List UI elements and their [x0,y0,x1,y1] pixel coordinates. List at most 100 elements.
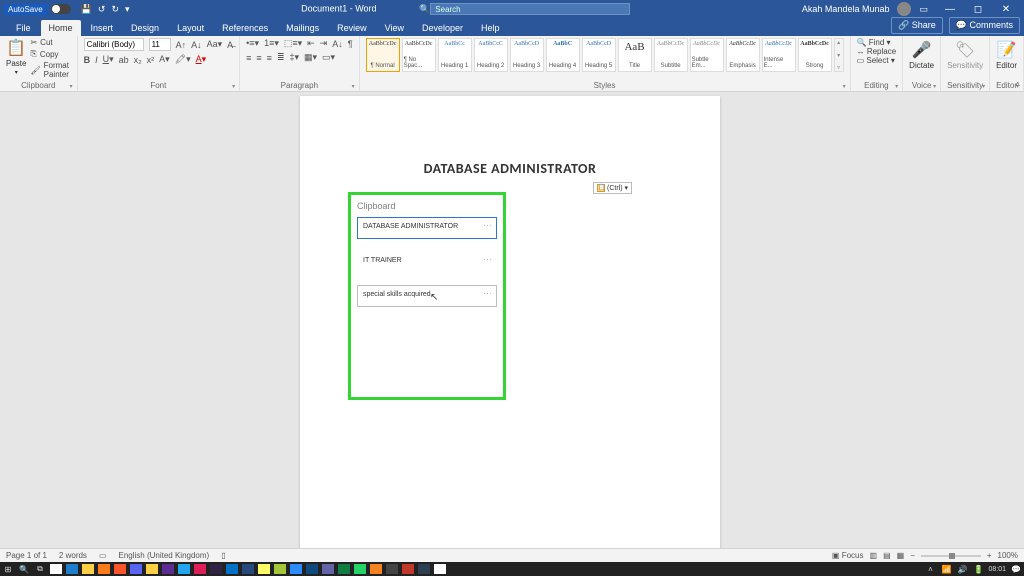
taskbar-app-icon[interactable] [114,564,126,574]
select-button[interactable]: ▭ Select ▾ [857,56,897,65]
taskbar-app-icon[interactable] [306,564,318,574]
zoom-in-icon[interactable]: + [987,551,992,560]
style-emphasis[interactable]: AaBbCcDcEmphasis [726,38,760,72]
taskbar-app-icon[interactable] [258,564,270,574]
bullets-icon[interactable]: •≡▾ [246,38,259,49]
focus-button[interactable]: ▣ Focus [832,551,864,560]
style-heading1[interactable]: AaBbCcHeading 1 [438,38,472,72]
taskbar-app-icon[interactable] [322,564,334,574]
status-proof-icon[interactable]: ▭ [99,551,107,560]
tab-home[interactable]: Home [41,20,81,36]
tab-developer[interactable]: Developer [414,20,471,36]
taskbar-app-icon[interactable] [162,564,174,574]
maximize-button[interactable]: ◻ [964,4,992,15]
editor-icon[interactable]: 📝 [997,40,1017,60]
tab-file[interactable]: File [8,20,39,36]
tray-volume-icon[interactable]: 🔊 [956,564,968,574]
group-label-clipboard[interactable]: Clipboard [6,81,71,91]
ribbon-display-icon[interactable]: ▭ [919,4,928,15]
taskbar-app-icon[interactable] [130,564,142,574]
tab-references[interactable]: References [214,20,276,36]
shrink-font-icon[interactable]: A↓ [191,40,202,50]
task-view-icon[interactable]: ⧉ [34,564,46,574]
web-layout-icon[interactable]: ▦ [897,551,905,560]
taskbar-app-icon[interactable] [434,564,446,574]
save-icon[interactable]: 💾 [81,4,92,15]
multilevel-icon[interactable]: ⬚≡▾ [284,38,302,49]
editor-button[interactable]: Editor [996,61,1017,70]
start-button[interactable]: ⊞ [2,564,14,574]
taskbar-app-icon[interactable] [82,564,94,574]
tab-layout[interactable]: Layout [169,20,212,36]
style-subtle-emphasis[interactable]: AaBbCcDcSubtle Em... [690,38,724,72]
clipboard-item-menu-icon[interactable]: ⋯ [483,220,493,231]
clipboard-item-menu-icon[interactable]: ⋯ [483,288,493,299]
redo-icon[interactable]: ↻ [111,4,119,15]
tray-battery-icon[interactable]: 🔋 [972,564,984,574]
indent-dec-icon[interactable]: ⇤ [307,38,315,49]
taskbar-app-icon[interactable] [290,564,302,574]
shading-icon[interactable]: ▦▾ [304,52,317,63]
subscript-icon[interactable]: x₂ [134,55,142,65]
tab-review[interactable]: Review [329,20,375,36]
style-normal[interactable]: AaBbCcDc¶ Normal [366,38,400,72]
close-button[interactable]: ✕ [992,4,1020,15]
document-page[interactable]: DATABASE ADMINISTRATOR 📋 (Ctrl) ▾ Clipbo… [300,96,720,562]
change-case-icon[interactable]: Aa▾ [207,39,223,50]
taskbar-app-icon[interactable] [370,564,382,574]
style-heading2[interactable]: AaBbCcCHeading 2 [474,38,508,72]
tray-notifications-icon[interactable]: 💬 [1010,564,1022,574]
style-no-spacing[interactable]: AaBbCcDc¶ No Spac... [402,38,436,72]
dictate-button[interactable]: Dictate [909,61,934,70]
style-heading4[interactable]: AaBbCHeading 4 [546,38,580,72]
status-language[interactable]: English (United Kingdom) [119,551,210,560]
taskbar-app-icon[interactable] [354,564,366,574]
format-painter-button[interactable]: 🖌 Format Painter [30,61,70,79]
undo-icon[interactable]: ↺ [98,4,106,15]
underline-icon[interactable]: U▾ [103,54,114,65]
search-input[interactable] [430,3,630,15]
tray-chevron-icon[interactable]: ˄ [924,564,936,574]
comments-button[interactable]: 💬 Comments [949,17,1020,34]
highlight-icon[interactable]: 🖍▾ [175,54,191,65]
style-strong[interactable]: AaBbCcDcStrong [798,38,832,72]
taskbar-app-icon[interactable] [386,564,398,574]
align-left-icon[interactable]: ≡ [246,53,251,63]
numbering-icon[interactable]: 1≡▾ [264,38,279,49]
tray-wifi-icon[interactable]: 📶 [940,564,952,574]
taskbar-app-icon[interactable] [146,564,158,574]
show-marks-icon[interactable]: ¶ [348,39,353,49]
taskbar-app-icon[interactable] [66,564,78,574]
replace-button[interactable]: ↔ Replace [857,47,897,56]
zoom-value[interactable]: 100% [998,551,1018,560]
borders-icon[interactable]: ▭▾ [322,52,335,63]
grow-font-icon[interactable]: A↑ [176,40,187,50]
avatar[interactable] [897,2,911,16]
styles-gallery[interactable]: AaBbCcDc¶ Normal AaBbCcDc¶ No Spac... Aa… [366,38,844,72]
taskbar-app-icon[interactable] [338,564,350,574]
indent-inc-icon[interactable]: ⇥ [320,38,328,49]
style-title[interactable]: AaBTitle [618,38,652,72]
status-words[interactable]: 2 words [59,551,87,560]
tab-view[interactable]: View [377,20,412,36]
group-label-styles[interactable]: Styles [366,81,844,91]
italic-icon[interactable]: I [95,55,98,65]
line-spacing-icon[interactable]: ‡▾ [289,52,299,63]
collapse-ribbon-icon[interactable]: ˄ [1015,80,1020,89]
paste-options-button[interactable]: 📋 (Ctrl) ▾ [593,182,632,194]
font-name-select[interactable] [84,38,144,51]
taskbar-app-icon[interactable] [226,564,238,574]
clipboard-item-1[interactable]: DATABASE ADMINISTRATOR ⋯ [357,217,497,239]
taskbar-app-icon[interactable] [418,564,430,574]
clear-format-icon[interactable]: A̶ [227,40,233,50]
minimize-button[interactable]: — [936,4,964,15]
bold-icon[interactable]: B [84,55,91,65]
taskbar-app-icon[interactable] [178,564,190,574]
taskbar-app-icon[interactable] [50,564,62,574]
clipboard-item-2[interactable]: IT TRAINER ⋯ [357,251,497,273]
dictate-icon[interactable]: 🎤 [912,40,932,60]
copy-button[interactable]: ⎘ Copy [30,49,70,59]
font-color-icon[interactable]: A▾ [196,54,207,65]
justify-icon[interactable]: ≣ [277,52,285,63]
style-intense-emphasis[interactable]: AaBbCcDcIntense E... [762,38,796,72]
